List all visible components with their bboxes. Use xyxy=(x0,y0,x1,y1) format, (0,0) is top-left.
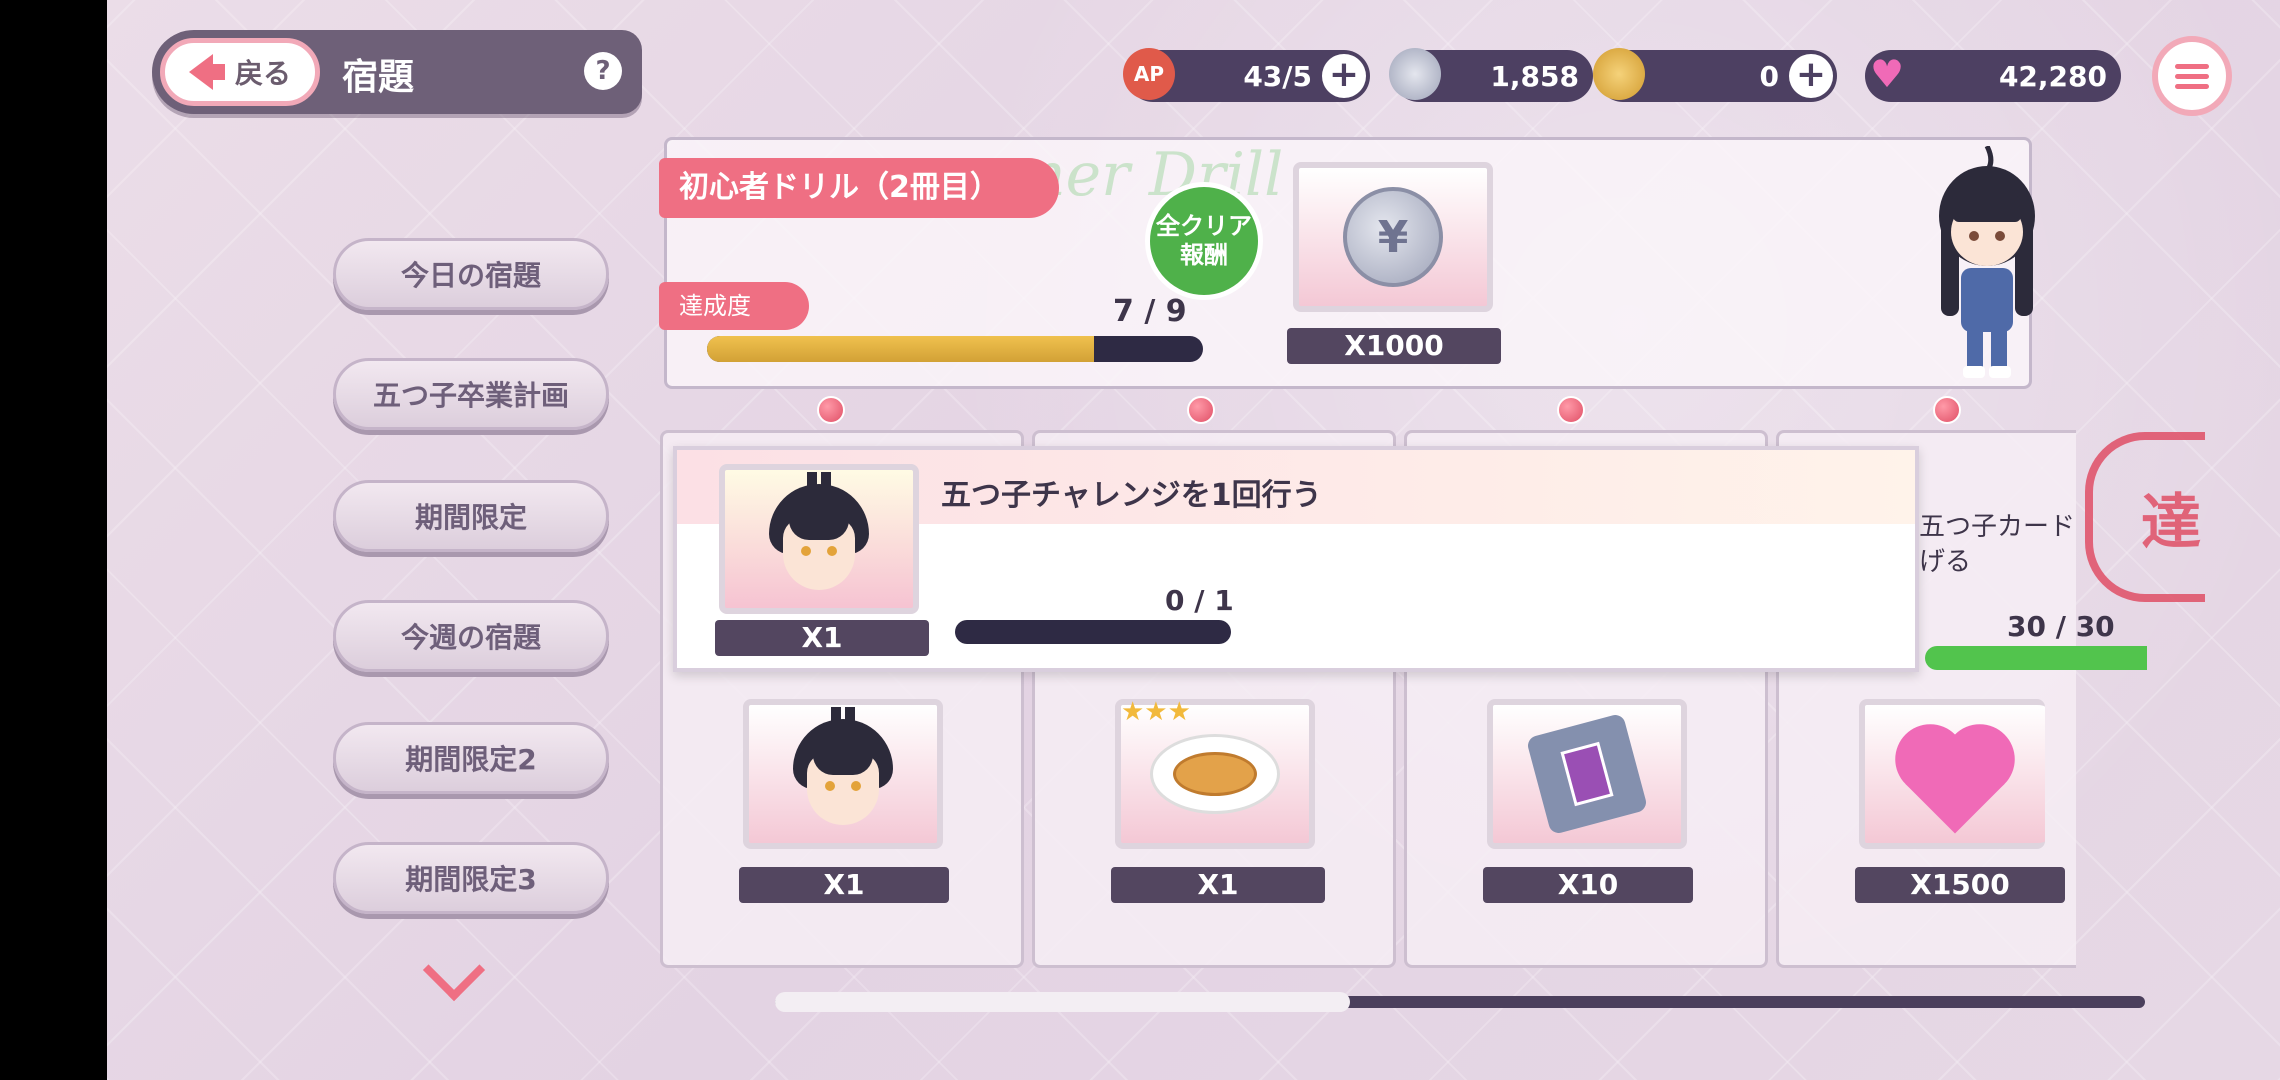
drill-progress-fill xyxy=(707,336,1094,362)
character-face-icon xyxy=(769,472,869,594)
pin-icon xyxy=(1187,396,1215,424)
achieved-stamp-icon: 達 xyxy=(2085,432,2205,602)
task-qty-3: X10 xyxy=(1483,867,1693,903)
sidebar-item-limited[interactable]: 期間限定 xyxy=(333,480,609,552)
ap-plus-button[interactable]: + xyxy=(1322,54,1366,98)
chibi-character-icon xyxy=(1939,146,2035,378)
silver-coin-icon: ¥ xyxy=(1343,187,1443,287)
heart-gem-icon xyxy=(1905,734,2005,834)
pancake-icon xyxy=(1150,734,1280,814)
task-4-text: 五つ子カード げる xyxy=(1919,510,2075,580)
task-reward-box-4 xyxy=(1859,699,2045,849)
gold-plus-button[interactable]: + xyxy=(1789,54,1833,98)
currency-silver: 1,858 xyxy=(1389,48,1593,102)
drill-panel: ner Drill 初心者ドリル（2冊目） 全クリア 報酬 達成度 7 / 9 … xyxy=(659,137,2035,389)
task-reward-box-2: ★★★ xyxy=(1115,697,1315,849)
currency-gold: 0 + xyxy=(1593,48,1837,102)
horizontal-scrollbar[interactable] xyxy=(775,992,2145,1012)
back-label: 戻る xyxy=(234,57,291,90)
all-clear-badge: 全クリア 報酬 xyxy=(1145,182,1263,300)
drill-title: 初心者ドリル（2冊目） xyxy=(659,158,1059,218)
all-clear-line2: 報酬 xyxy=(1180,241,1228,269)
drill-progress-bar xyxy=(707,336,1203,362)
task-reward-box-3 xyxy=(1487,699,1687,849)
popup-reward-box xyxy=(719,464,919,614)
all-clear-line1: 全クリア xyxy=(1156,212,1252,241)
progress-label: 達成度 xyxy=(659,282,809,330)
back-arrow-icon xyxy=(188,54,225,90)
currency-ap: AP 43/5 + xyxy=(1123,48,1370,102)
menu-icon xyxy=(2175,63,2209,69)
task-detail-popup[interactable]: 五つ子チャレンジを1回行う X1 0 / 1 xyxy=(673,446,1919,672)
ap-icon: AP xyxy=(1123,48,1175,100)
rarity-stars-icon: ★★★ xyxy=(1121,697,1191,727)
task-4-text-line2: げる xyxy=(1919,547,1972,578)
popup-count: 0 / 1 xyxy=(1165,584,1234,617)
gold-value: 0 xyxy=(1759,60,1779,93)
sidebar-item-limited-2[interactable]: 期間限定2 xyxy=(333,722,609,794)
pin-icon xyxy=(817,396,845,424)
ap-value: 43/5 xyxy=(1243,60,1312,93)
currency-heart: ♥ 42,280 xyxy=(1865,50,2121,102)
silver-value: 1,858 xyxy=(1490,60,1579,93)
heart-value: 42,280 xyxy=(1998,60,2107,93)
menu-button[interactable] xyxy=(2152,36,2232,116)
help-icon[interactable]: ? xyxy=(584,52,622,90)
sidebar-item-this-week[interactable]: 今週の宿題 xyxy=(333,600,609,672)
scroll-thumb[interactable] xyxy=(775,992,1351,1012)
pin-icon xyxy=(1933,396,1961,424)
game-screen: 戻る 宿題 ? AP 43/5 + 1,858 0 + ♥ 42,280 今日の… xyxy=(107,0,2280,1080)
task-4-text-line1: 五つ子カード xyxy=(1919,512,2076,542)
popup-progress-bar xyxy=(955,620,1231,644)
pin-icon xyxy=(1557,396,1585,424)
header-bar: 戻る 宿題 ? xyxy=(152,30,642,114)
progress-count: 7 / 9 xyxy=(1113,294,1187,329)
popup-reward-qty: X1 xyxy=(715,620,929,656)
sidebar-item-today[interactable]: 今日の宿題 xyxy=(333,238,609,310)
drill-reward-qty: X1000 xyxy=(1287,328,1501,364)
task-qty-1: X1 xyxy=(739,867,949,903)
drill-reward-box[interactable]: ¥ xyxy=(1293,162,1493,312)
task-4-count: 30 / 30 xyxy=(2007,610,2115,643)
popup-task-text: 五つ子チャレンジを1回行う xyxy=(941,478,1322,513)
back-button[interactable]: 戻る xyxy=(160,38,320,106)
page-title: 宿題 xyxy=(342,57,415,98)
silver-coin-icon xyxy=(1389,48,1441,100)
puzzle-piece-icon xyxy=(1525,712,1649,836)
sidebar-item-graduation-plan[interactable]: 五つ子卒業計画 xyxy=(333,358,609,430)
task-qty-4: X1500 xyxy=(1855,867,2065,903)
task-reward-box-1 xyxy=(743,699,943,849)
sidebar-item-limited-3[interactable]: 期間限定3 xyxy=(333,842,609,914)
heart-gem-icon: ♥ xyxy=(1869,52,1905,96)
gold-coin-icon xyxy=(1593,48,1645,100)
character-face-icon xyxy=(793,707,893,829)
task-qty-2: X1 xyxy=(1111,867,1325,903)
task-4-progress-bar xyxy=(1925,646,2147,670)
